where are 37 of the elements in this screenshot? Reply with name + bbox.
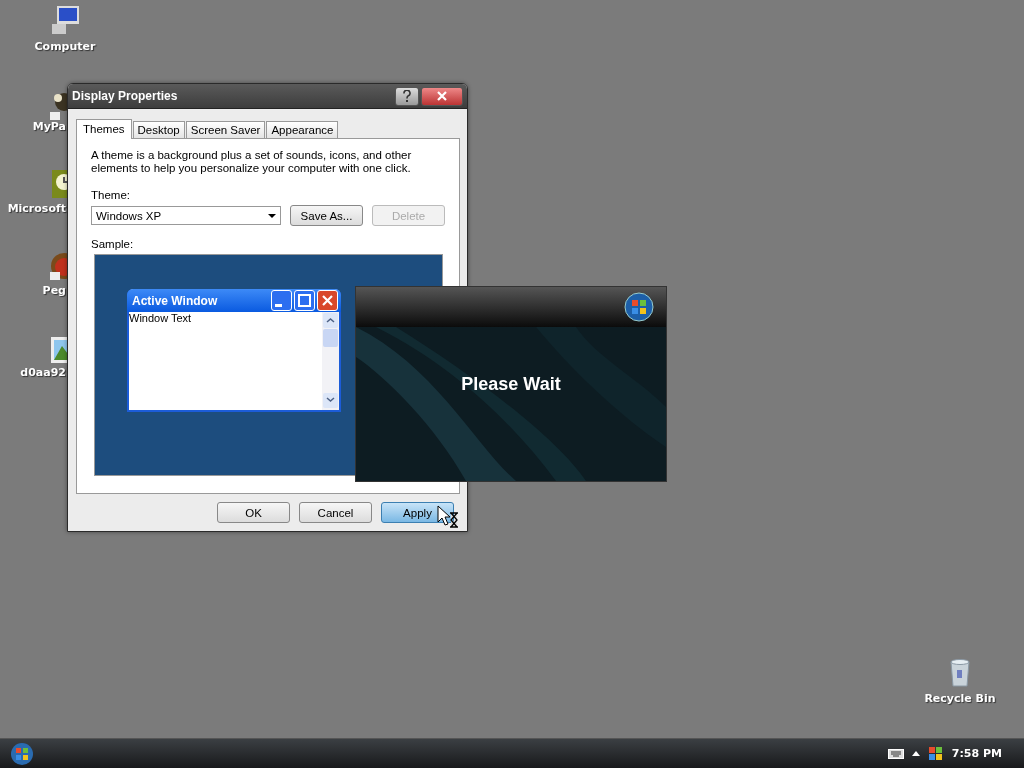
theme-dropdown[interactable]: Windows XP (91, 206, 281, 225)
flag-icon (927, 745, 944, 762)
up-arrow-icon (911, 751, 920, 756)
field-label: Sample: (91, 238, 135, 250)
computer-icon (49, 4, 81, 36)
clock: 7:58 PM (951, 747, 1002, 760)
description-text: A theme is a background plus a set of sounds, icons, and other elements to help you personalize your computer with one click. (91, 149, 413, 175)
window-title: Display Properties (72, 89, 179, 103)
tab[interactable]: Desktop (132, 121, 185, 138)
minimize-icon (274, 303, 282, 307)
icon-label: Microsoft (7, 202, 66, 215)
busy-cursor-icon (437, 505, 459, 529)
field-label: Theme: (91, 189, 131, 201)
windows-logo-icon (624, 292, 654, 322)
dialog-button[interactable]: OK (217, 502, 290, 523)
start-button[interactable] (10, 741, 34, 766)
sample-window-title: Active Window (132, 293, 219, 308)
keyboard-icon (887, 748, 904, 759)
maximize-icon (296, 292, 313, 309)
tab[interactable]: Screen Saver (185, 121, 266, 138)
caret-icon (268, 213, 276, 218)
dropdown-value: Windows XP (96, 209, 162, 222)
help-button[interactable] (395, 86, 419, 106)
icon-label: d0aa92 (20, 366, 66, 379)
tab[interactable]: Appearance (266, 121, 339, 138)
dialog-button[interactable]: Cancel (299, 502, 372, 523)
close-icon (437, 91, 447, 101)
icon-label: Peg (42, 284, 66, 297)
tab[interactable]: Themes (76, 119, 132, 139)
sample-window-text: Window Text (129, 312, 193, 326)
icon-label: Computer (34, 40, 96, 53)
theme-button[interactable]: Save As... (290, 205, 363, 226)
status-message: Please Wait (461, 373, 561, 395)
icon-label: Recycle Bin (924, 692, 996, 705)
icon-label: MyPa (32, 120, 66, 133)
question-mark-icon (403, 90, 411, 102)
close-button[interactable] (421, 86, 463, 106)
